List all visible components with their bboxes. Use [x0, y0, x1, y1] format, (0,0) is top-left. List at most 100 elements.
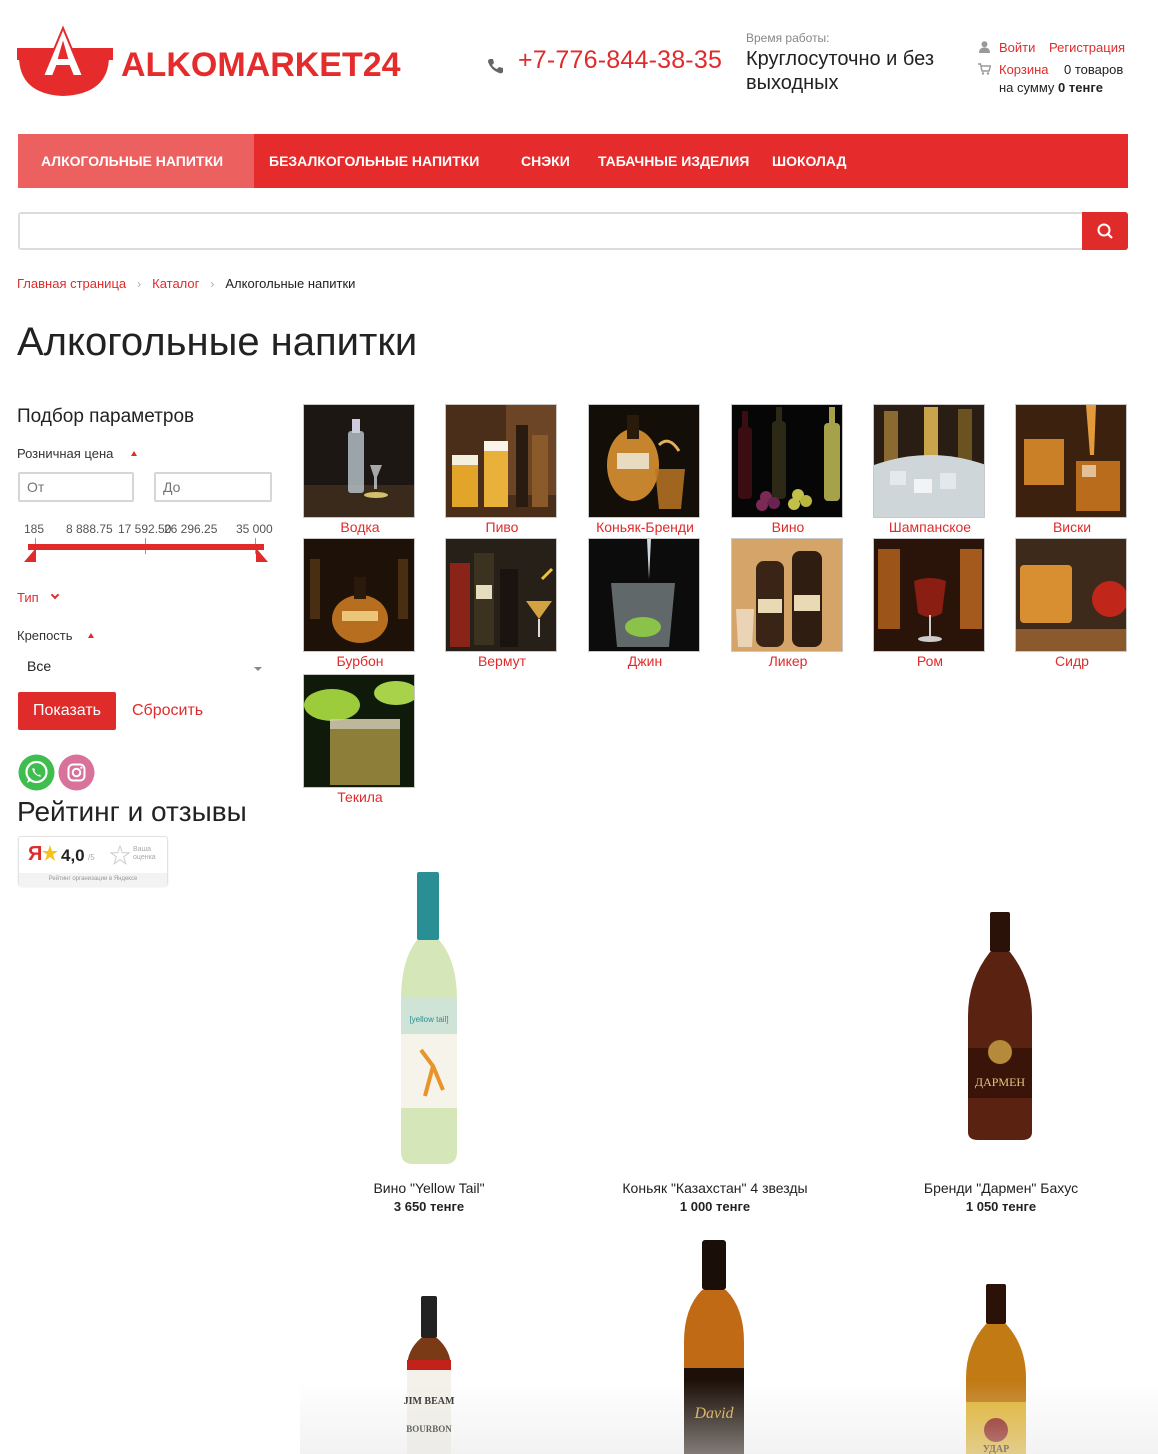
price-scale-max: 35 000 [236, 522, 273, 536]
nav-item-soft-drinks[interactable]: Безалкогольные напитки [269, 134, 479, 188]
filter-title: Подбор параметров [17, 406, 195, 427]
category-label[interactable]: Коньяк-Бренди [578, 519, 712, 535]
product-image: УДАР [966, 1284, 1026, 1454]
category-liqueur[interactable]: Ликер [731, 538, 845, 670]
whatsapp-icon[interactable] [18, 754, 55, 791]
empty-star-icon[interactable] [110, 845, 130, 865]
svg-text:David: David [693, 1405, 734, 1422]
product-card[interactable]: УДАР [858, 1236, 1144, 1454]
category-vodka[interactable]: Водка [303, 404, 417, 536]
nav-item-alcohol[interactable]: Алкогольные напитки [18, 134, 254, 188]
price-to-input[interactable] [154, 472, 272, 502]
category-image [445, 404, 557, 518]
product-image: David [684, 1240, 744, 1454]
product-name[interactable]: Бренди "Дармен" Бахус [858, 1180, 1144, 1196]
strength-filter-label[interactable]: Крепость [17, 628, 73, 643]
breadcrumb-catalog[interactable]: Каталог [152, 276, 199, 291]
category-label[interactable]: Пиво [435, 519, 569, 535]
hours-value: Круглосуточно и без выходных [746, 48, 934, 94]
price-scale-3: 26 296.25 [164, 522, 218, 536]
select-arrow-icon [254, 667, 262, 671]
logo-text: ALKOMARKET24 [121, 46, 401, 84]
rating-title: Рейтинг и отзывы [17, 796, 247, 827]
search-bar [18, 212, 1128, 250]
yandex-rating-widget[interactable]: Я 4,0 /5 Ваша оценка Рейтинг организации… [18, 836, 168, 886]
main-nav: Алкогольные напитки Безалкогольные напит… [18, 134, 1128, 188]
product-name[interactable]: Вино "Yellow Tail" [286, 1180, 572, 1196]
product-card[interactable]: Коньяк "Казахстан" 4 звезды 1 000 тенге [572, 870, 858, 1220]
category-label[interactable]: Бурбон [293, 653, 427, 669]
login-link[interactable]: Войти [999, 40, 1035, 55]
your-rating-label: Ваша оценка [133, 846, 156, 861]
type-filter-label[interactable]: Тип [17, 590, 39, 605]
category-image [303, 404, 415, 518]
category-whisky[interactable]: Виски [1015, 404, 1129, 536]
instagram-icon[interactable] [58, 754, 95, 791]
category-image [873, 404, 985, 518]
category-image [588, 538, 700, 652]
price-from-input[interactable] [18, 472, 134, 502]
cart-sum: на сумму 0 тенге [999, 80, 1103, 95]
category-label[interactable]: Виски [1005, 519, 1139, 535]
svg-text:[yellow tail]: [yellow tail] [409, 1015, 448, 1024]
category-label[interactable]: Вермут [435, 653, 569, 669]
price-slider-track[interactable] [28, 544, 264, 550]
category-label[interactable]: Сидр [1005, 653, 1139, 669]
category-rum[interactable]: Ром [873, 538, 987, 670]
cart-link[interactable]: Корзина [999, 62, 1049, 77]
category-image [873, 538, 985, 652]
category-label[interactable]: Джин [578, 653, 712, 669]
category-label[interactable]: Вино [721, 519, 855, 535]
category-gin[interactable]: Джин [588, 538, 702, 670]
category-label[interactable]: Шампанское [863, 519, 997, 535]
product-card[interactable]: ДАРМЕН Бренди "Дармен" Бахус 1 050 тенге [858, 870, 1144, 1220]
rating-out-of: /5 [88, 853, 95, 862]
cart-icon [978, 63, 991, 75]
header-phone[interactable]: +7-776-844-38-35 [518, 46, 722, 75]
price-slider-handle-max[interactable] [256, 548, 268, 562]
page-title: Алкогольные напитки [17, 320, 418, 364]
search-input[interactable] [20, 214, 1082, 248]
register-link[interactable]: Регистрация [1049, 40, 1125, 55]
search-button[interactable] [1082, 212, 1128, 250]
strength-select[interactable]: Все [27, 658, 51, 674]
chevron-right-icon: › [137, 276, 142, 291]
product-card[interactable]: David [572, 1236, 858, 1454]
category-beer[interactable]: Пиво [445, 404, 559, 536]
category-label[interactable]: Ликер [721, 653, 855, 669]
show-button[interactable]: Показать [18, 692, 116, 730]
category-tequila[interactable]: Текила [303, 674, 417, 806]
breadcrumb-home[interactable]: Главная страница [17, 276, 126, 291]
product-price: 3 650 тенге [393, 1199, 465, 1214]
star-icon [42, 845, 58, 861]
nav-item-chocolate[interactable]: Шоколад [772, 134, 846, 188]
search-icon [1097, 223, 1113, 239]
price-filter-label[interactable]: Розничная цена [17, 446, 113, 461]
product-card[interactable]: JIM BEAM BOURBON [286, 1236, 572, 1454]
svg-text:BOURBON: BOURBON [406, 1424, 452, 1434]
phone-icon [488, 59, 503, 74]
category-cider[interactable]: Сидр [1015, 538, 1129, 670]
category-cognac[interactable]: Коньяк-Бренди [588, 404, 702, 536]
category-label[interactable]: Водка [293, 519, 427, 535]
category-image [303, 674, 415, 788]
nav-item-tobacco[interactable]: Табачные изделия [598, 134, 749, 188]
category-vermouth[interactable]: Вермут [445, 538, 559, 670]
product-card[interactable]: [yellow tail] Вино "Yellow Tail" 3 650 т… [286, 870, 572, 1220]
nav-item-snacks[interactable]: Снэки [521, 134, 570, 188]
product-name[interactable]: Коньяк "Казахстан" 4 звезды [572, 1180, 858, 1196]
user-icon [979, 41, 990, 53]
yandex-logo-icon: Я [28, 843, 43, 865]
category-label[interactable]: Ром [863, 653, 997, 669]
category-wine[interactable]: Вино [731, 404, 845, 536]
category-champagne[interactable]: Шампанское [873, 404, 987, 536]
reset-button[interactable]: Сбросить [132, 702, 203, 720]
category-image [731, 404, 843, 518]
site-logo[interactable]: ALKOMARKET24 [17, 24, 437, 98]
category-bourbon[interactable]: Бурбон [303, 538, 417, 670]
category-image [731, 538, 843, 652]
price-slider-handle-min[interactable] [24, 548, 36, 562]
category-label[interactable]: Текила [293, 789, 427, 805]
category-image [1015, 538, 1127, 652]
category-image [303, 538, 415, 652]
